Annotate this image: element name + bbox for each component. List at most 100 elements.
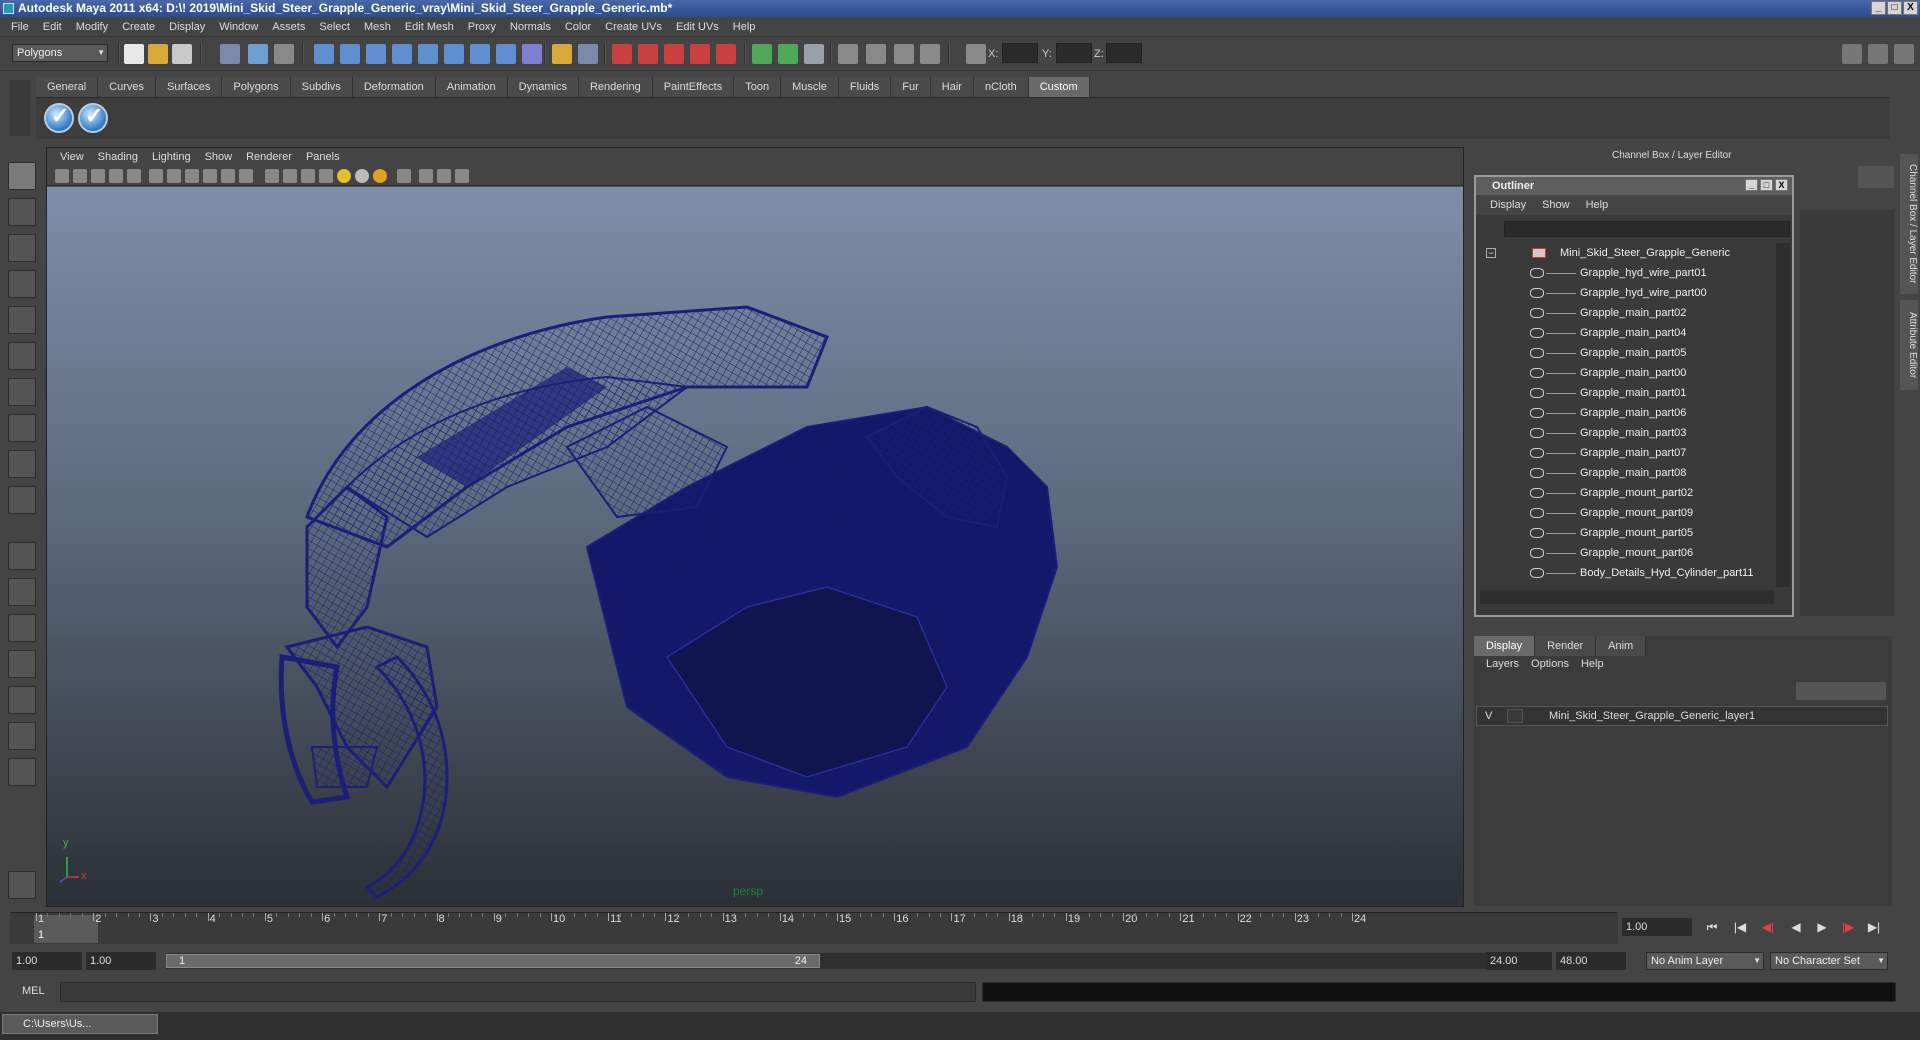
menu-file[interactable]: File	[4, 21, 36, 33]
paint-select-tool-icon[interactable]	[8, 234, 36, 262]
layer-action-icons[interactable]	[1796, 682, 1886, 700]
command-input[interactable]	[60, 982, 976, 1002]
select-by-surface-icon[interactable]	[392, 44, 412, 64]
outliner-item[interactable]: Grapple_main_part07	[1480, 443, 1774, 463]
layer-visibility-toggle[interactable]: V	[1485, 707, 1492, 725]
open-scene-icon[interactable]	[148, 44, 168, 64]
xray-components-icon[interactable]	[455, 169, 469, 183]
outliner-item[interactable]: Body_Details_Hyd_Cylinder_part11	[1480, 563, 1774, 583]
tab-toon[interactable]: Toon	[734, 77, 782, 97]
y-input[interactable]	[1056, 43, 1092, 63]
select-object-icon[interactable]	[248, 44, 268, 64]
menu-edit[interactable]: Edit	[36, 21, 69, 33]
menu-assets[interactable]: Assets	[265, 21, 312, 33]
textured-icon[interactable]	[319, 169, 333, 183]
viewport-menu-show[interactable]: Show	[198, 151, 240, 163]
outliner-vertical-scrollbar[interactable]	[1776, 243, 1790, 587]
animation-end-time[interactable]: 48.00	[1556, 952, 1626, 970]
outliner-item-root[interactable]: − Mini_Skid_Steer_Grapple_Generic	[1480, 243, 1774, 263]
outliner-item[interactable]: Grapple_mount_part02	[1480, 483, 1774, 503]
tab-curves[interactable]: Curves	[98, 77, 156, 97]
wireframe-on-shaded-icon[interactable]	[301, 169, 315, 183]
tab-painteffects[interactable]: PaintEffects	[652, 77, 735, 97]
xray-icon[interactable]	[419, 169, 433, 183]
select-camera-icon[interactable]	[55, 169, 69, 183]
tab-rendering[interactable]: Rendering	[578, 77, 653, 97]
save-scene-icon[interactable]	[172, 44, 192, 64]
menu-select[interactable]: Select	[312, 21, 357, 33]
field-chart-icon[interactable]	[203, 169, 217, 183]
outliner-filter-input[interactable]	[1504, 221, 1790, 237]
safe-title-icon[interactable]	[239, 169, 253, 183]
viewport-menu-lighting[interactable]: Lighting	[145, 151, 198, 163]
layer-menu-help[interactable]: Help	[1575, 658, 1610, 670]
range-slider[interactable]: 1 24	[166, 953, 1486, 969]
tab-muscle[interactable]: Muscle	[781, 77, 839, 97]
menu-window[interactable]: Window	[212, 21, 265, 33]
menu-create-uvs[interactable]: Create UVs	[598, 21, 669, 33]
film-gate-icon[interactable]	[149, 169, 163, 183]
lock-selection-icon[interactable]	[552, 44, 572, 64]
tab-surfaces[interactable]: Surfaces	[155, 77, 223, 97]
outliner-horizontal-scrollbar[interactable]	[1480, 590, 1774, 604]
tab-subdivs[interactable]: Subdivs	[290, 77, 353, 97]
menu-help[interactable]: Help	[726, 21, 763, 33]
move-tool-icon[interactable]	[8, 270, 36, 298]
minimized-script-editor[interactable]: C:\Users\Us...	[2, 1014, 158, 1034]
outliner-item[interactable]: Grapple_main_part03	[1480, 423, 1774, 443]
layer-menu-options[interactable]: Options	[1525, 658, 1575, 670]
menu-display[interactable]: Display	[162, 21, 212, 33]
select-by-deformation-icon[interactable]	[418, 44, 438, 64]
ipr-render-icon[interactable]	[866, 44, 886, 64]
outliner-close-button[interactable]: X	[1775, 179, 1788, 191]
play-forwards-icon[interactable]: ▶	[1814, 919, 1830, 935]
resolution-gate-icon[interactable]	[167, 169, 181, 183]
single-perspective-layout-icon[interactable]	[8, 542, 36, 570]
maximize-button[interactable]: □	[1887, 1, 1902, 15]
lasso-rope-icon[interactable]	[8, 871, 36, 899]
outliner-item[interactable]: Grapple_hyd_wire_part00	[1480, 283, 1774, 303]
outliner-item[interactable]: Grapple_main_part01	[1480, 383, 1774, 403]
select-by-joint-icon[interactable]	[340, 44, 360, 64]
outliner-minimize-button[interactable]: _	[1745, 179, 1758, 191]
xray-joints-icon[interactable]	[437, 169, 451, 183]
wireframe-shading-icon[interactable]	[265, 169, 279, 183]
tab-fur[interactable]: Fur	[891, 77, 931, 97]
bookmarks-icon[interactable]	[91, 169, 105, 183]
tab-general[interactable]: General	[36, 77, 99, 97]
outliner-item[interactable]: Grapple_main_part08	[1480, 463, 1774, 483]
select-by-misc-icon[interactable]	[496, 44, 516, 64]
make-live-icon[interactable]	[716, 44, 736, 64]
z-input[interactable]	[1106, 43, 1142, 63]
channel-box-header-icons[interactable]	[1858, 166, 1894, 188]
persp-outliner-layout-icon[interactable]	[8, 614, 36, 642]
menu-edit-uvs[interactable]: Edit UVs	[669, 21, 726, 33]
step-forward-key-icon[interactable]: ▶|	[1866, 919, 1882, 935]
manipulator-tool-icon[interactable]	[8, 378, 36, 406]
step-back-key-icon[interactable]: |◀	[1732, 919, 1748, 935]
step-back-frame-icon[interactable]: ◀|	[1760, 919, 1776, 935]
four-view-layout-icon[interactable]	[8, 578, 36, 606]
display-layer-row[interactable]: V Mini_Skid_Steer_Grapple_Generic_layer1	[1476, 706, 1888, 726]
menu-normals[interactable]: Normals	[503, 21, 558, 33]
go-to-start-icon[interactable]: ⏮	[1704, 919, 1720, 935]
tab-animation[interactable]: Animation	[435, 77, 508, 97]
select-tool-icon[interactable]	[8, 162, 36, 190]
playback-start-time[interactable]: 1.00	[86, 952, 156, 970]
outliner-item[interactable]: Grapple_main_part06	[1480, 403, 1774, 423]
tab-fluids[interactable]: Fluids	[838, 77, 892, 97]
tab-channel-box[interactable]: Channel Box / Layer Editor	[1900, 154, 1918, 294]
snap-to-curve-icon[interactable]	[638, 44, 658, 64]
select-by-handle-icon[interactable]	[314, 44, 334, 64]
tab-custom[interactable]: Custom	[1028, 77, 1090, 97]
select-hierarchy-icon[interactable]	[220, 44, 240, 64]
tab-display[interactable]: Display	[1474, 636, 1536, 656]
highlight-selection-icon[interactable]	[578, 44, 598, 64]
default-lighting-icon[interactable]	[337, 169, 351, 183]
last-tool-icon[interactable]	[8, 486, 36, 514]
collapse-toggle-icon[interactable]: −	[1486, 248, 1496, 258]
grid-toggle-icon[interactable]	[127, 169, 141, 183]
viewport-canvas[interactable]: y x persp	[47, 187, 1463, 906]
isolate-select-icon[interactable]	[397, 169, 411, 183]
menu-color[interactable]: Color	[558, 21, 598, 33]
